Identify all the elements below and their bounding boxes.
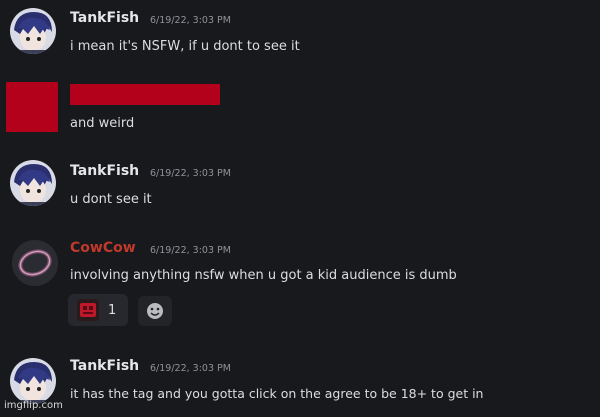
message-text: it has the tag and you gotta click on th…	[70, 386, 484, 401]
tankfish-avatar[interactable]	[10, 8, 56, 54]
author-name[interactable]: TankFish	[70, 358, 139, 374]
smiley-icon	[147, 303, 163, 319]
tankfish-avatar-icon	[10, 8, 56, 54]
reaction-count: 1	[108, 302, 117, 318]
tankfish-avatar[interactable]	[10, 358, 56, 404]
message-text: and weird	[70, 116, 135, 131]
tankfish-avatar-icon	[10, 160, 56, 206]
tankfish-avatar-icon	[10, 358, 56, 404]
red-emoji-icon	[77, 299, 99, 321]
message-text: involving anything nsfw when u got a kid…	[70, 268, 457, 283]
message-text: u dont see it	[70, 192, 152, 207]
cowcow-avatar[interactable]	[12, 240, 58, 286]
cowcow-avatar-icon	[12, 240, 58, 286]
author-name[interactable]: TankFish	[70, 10, 139, 26]
redacted-avatar	[6, 82, 58, 132]
watermark: imgflip.com	[4, 400, 63, 411]
author-name[interactable]: TankFish	[70, 163, 139, 179]
redacted-author-name	[70, 84, 220, 105]
timestamp: 6/19/22, 3:03 PM	[150, 15, 231, 26]
add-reaction-button[interactable]	[138, 296, 172, 326]
timestamp: 6/19/22, 3:03 PM	[150, 245, 231, 256]
author-name[interactable]: CowCow	[70, 240, 136, 256]
timestamp: 6/19/22, 3:03 PM	[150, 168, 231, 179]
tankfish-avatar[interactable]	[10, 160, 56, 206]
reaction-pill[interactable]: 1	[68, 294, 128, 326]
message-text: i mean it's NSFW, if u dont to see it	[70, 39, 300, 54]
timestamp: 6/19/22, 3:03 PM	[150, 363, 231, 374]
